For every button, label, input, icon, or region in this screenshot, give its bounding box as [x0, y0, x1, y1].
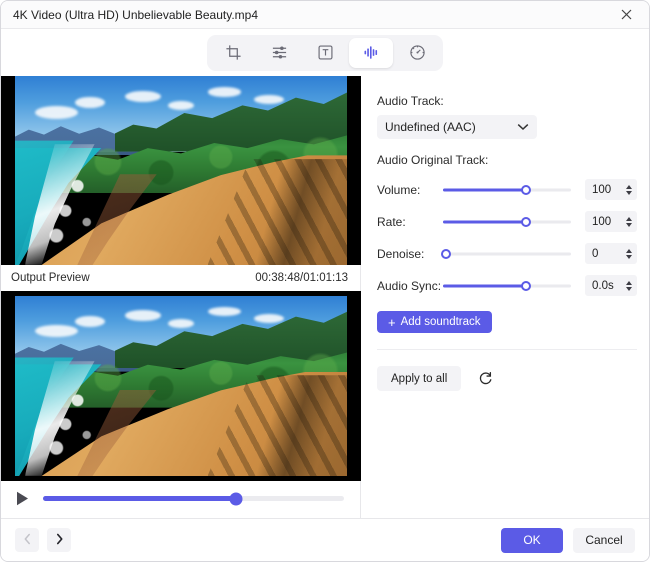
denoise-slider-thumb[interactable]: [440, 248, 451, 259]
source-preview-image: [15, 76, 347, 265]
tab-subtitle[interactable]: [395, 38, 439, 68]
rate-slider-thumb[interactable]: [521, 216, 532, 227]
denoise-value: 0: [592, 247, 599, 260]
preview-column: Output Preview 00:38:48/01:01:13: [1, 76, 361, 518]
stepper-up-icon[interactable]: [626, 280, 632, 285]
toolbar-row: [1, 29, 649, 76]
stepper-down-icon[interactable]: [626, 286, 632, 291]
stepper-down-icon[interactable]: [626, 190, 632, 195]
add-soundtrack-label: Add soundtrack: [400, 316, 481, 328]
audio-wave-icon: [363, 44, 380, 61]
volume-slider-thumb[interactable]: [521, 184, 532, 195]
rate-label: Rate:: [377, 214, 406, 229]
output-preview-bar: Output Preview 00:38:48/01:01:13: [1, 265, 360, 291]
denoise-stepper[interactable]: 0: [585, 243, 637, 264]
source-preview[interactable]: [1, 76, 361, 265]
rate-value: 100: [592, 215, 612, 228]
apply-to-all-button[interactable]: Apply to all: [377, 366, 462, 391]
window-title: 4K Video (Ultra HD) Unbelievable Beauty.…: [13, 7, 259, 22]
panel-divider: [377, 349, 637, 350]
audio-track-label: Audio Track:: [377, 94, 444, 108]
nav-group: [15, 528, 71, 552]
seek-fill: [43, 496, 236, 501]
seek-thumb[interactable]: [229, 492, 243, 505]
stepper-down-icon[interactable]: [626, 222, 632, 227]
seek-slider[interactable]: [43, 492, 344, 505]
stepper-up-icon[interactable]: [626, 248, 632, 253]
text-box-icon: [317, 44, 334, 61]
chevron-right-icon: [55, 533, 64, 548]
tab-effects[interactable]: [257, 38, 301, 68]
denoise-label: Denoise:: [377, 246, 425, 261]
control-row-denoise: Denoise: 0: [377, 241, 637, 266]
audio-sync-slider-fill: [443, 284, 527, 287]
output-preview[interactable]: [1, 291, 361, 481]
sliders-icon: [271, 44, 288, 61]
reset-icon[interactable]: [475, 369, 495, 389]
close-icon[interactable]: [613, 4, 639, 26]
speedometer-icon: [409, 44, 426, 61]
tab-audio[interactable]: [349, 37, 393, 68]
denoise-slider-track: [443, 252, 571, 255]
stepper-down-icon[interactable]: [626, 254, 632, 259]
audio-original-track-label: Audio Original Track:: [377, 153, 489, 167]
rate-stepper[interactable]: 100: [585, 211, 637, 232]
titlebar: 4K Video (Ultra HD) Unbelievable Beauty.…: [1, 1, 649, 29]
timestamp: 00:38:48/01:01:13: [255, 272, 348, 284]
next-item-button[interactable]: [47, 528, 71, 552]
tab-watermark[interactable]: [303, 38, 347, 68]
dialog-body: Output Preview 00:38:48/01:01:13 Audio T…: [1, 76, 649, 518]
denoise-stepper-arrows[interactable]: [626, 248, 632, 259]
add-soundtrack-button[interactable]: + Add soundtrack: [377, 311, 492, 333]
plus-icon: +: [388, 314, 396, 330]
rate-stepper-arrows[interactable]: [626, 216, 632, 227]
control-row-volume: Volume: 100: [377, 177, 637, 202]
chevron-left-icon: [23, 533, 32, 548]
editor-toolbar: [207, 34, 443, 71]
play-icon[interactable]: [13, 490, 31, 508]
stepper-up-icon[interactable]: [626, 184, 632, 189]
cancel-button[interactable]: Cancel: [573, 527, 635, 553]
dialog-footer: OK Cancel: [1, 518, 649, 561]
audio-track-select[interactable]: Undefined (AAC): [377, 115, 537, 139]
crop-icon: [225, 44, 242, 61]
audio-sync-label: Audio Sync:: [377, 278, 442, 293]
output-preview-image: [15, 296, 347, 476]
audio-track-value: Undefined (AAC): [385, 120, 476, 134]
volume-stepper-arrows[interactable]: [626, 184, 632, 195]
volume-label: Volume:: [377, 182, 421, 197]
rate-slider[interactable]: [443, 215, 571, 229]
audio-settings-panel: Audio Track: Undefined (AAC) Audio Origi…: [361, 76, 649, 518]
control-row-audio-sync: Audio Sync: 0.0s: [377, 273, 637, 298]
stepper-up-icon[interactable]: [626, 216, 632, 221]
audio-sync-value: 0.0s: [592, 279, 614, 292]
playback-bar: [1, 481, 360, 516]
volume-slider[interactable]: [443, 183, 571, 197]
control-row-rate: Rate: 100: [377, 209, 637, 234]
previous-item-button[interactable]: [15, 528, 39, 552]
apply-row: Apply to all: [377, 366, 637, 391]
volume-value: 100: [592, 183, 612, 196]
audio-sync-stepper-arrows[interactable]: [626, 280, 632, 291]
ok-button[interactable]: OK: [501, 527, 563, 553]
rate-slider-fill: [443, 220, 527, 223]
audio-sync-slider[interactable]: [443, 279, 571, 293]
output-preview-label: Output Preview: [11, 272, 90, 284]
chevron-down-icon: [517, 123, 529, 131]
edit-video-dialog: 4K Video (Ultra HD) Unbelievable Beauty.…: [0, 0, 650, 562]
denoise-slider[interactable]: [440, 247, 571, 261]
volume-slider-fill: [443, 188, 527, 191]
footer-actions: OK Cancel: [501, 527, 635, 553]
tab-crop[interactable]: [211, 38, 255, 68]
audio-sync-slider-thumb[interactable]: [521, 280, 532, 291]
volume-stepper[interactable]: 100: [585, 179, 637, 200]
audio-sync-stepper[interactable]: 0.0s: [585, 275, 637, 296]
